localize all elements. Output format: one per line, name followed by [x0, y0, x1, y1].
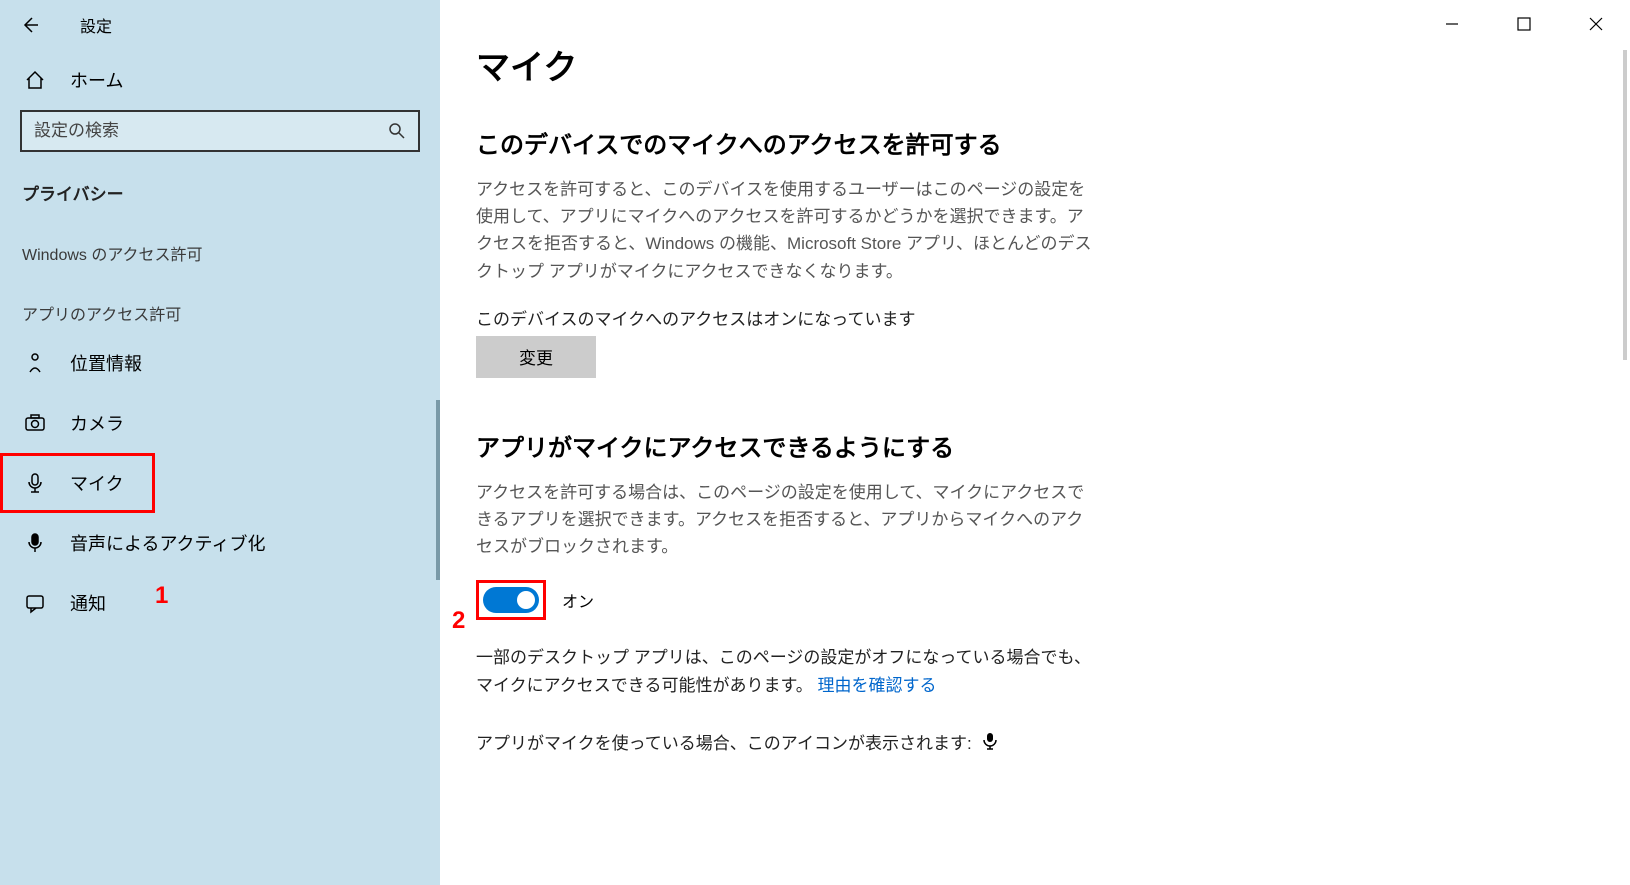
sidebar-item-location[interactable]: 位置情報 [0, 333, 440, 393]
sidebar-item-label: 位置情報 [70, 350, 142, 376]
window-title: 設定 [80, 13, 112, 37]
section2-icon-line: アプリがマイクを使っている場合、このアイコンが表示されます: [476, 729, 1630, 754]
page-title: マイク [476, 40, 1630, 89]
main-scrollbar[interactable] [1623, 50, 1627, 360]
section2-desc: アクセスを許可する場合は、このページの設定を使用して、マイクにアクセスできるアプ… [476, 479, 1096, 561]
search-input[interactable] [34, 121, 388, 141]
sidebar-item-voice-activation[interactable]: 音声によるアクティブ化 [0, 513, 440, 573]
microphone-icon [22, 470, 48, 496]
annotation-2: 2 [452, 607, 465, 635]
group-apps-label: アプリのアクセス許可 [0, 273, 440, 333]
home-icon [22, 69, 48, 91]
close-button[interactable] [1578, 10, 1614, 38]
notification-icon [22, 590, 48, 616]
sidebar-item-notifications[interactable]: 通知 [0, 573, 440, 633]
sidebar-item-label: 通知 [70, 590, 106, 616]
camera-icon [22, 410, 48, 436]
section1-desc: アクセスを許可すると、このデバイスを使用するユーザーはこのページの設定を使用して… [476, 176, 1096, 285]
main-content: マイク このデバイスでのマイクへのアクセスを許可する アクセスを許可すると、この… [440, 0, 1630, 885]
sidebar-item-label: マイク [70, 470, 124, 496]
home-button[interactable]: ホーム [0, 50, 440, 110]
home-label: ホーム [70, 67, 123, 93]
sidebar-item-microphone[interactable]: マイク [0, 453, 155, 513]
reason-link[interactable]: 理由を確認する [818, 676, 937, 695]
section1-status: このデバイスのマイクへのアクセスはオンになっています [476, 305, 1630, 330]
microphone-indicator-icon [982, 732, 998, 750]
mic-apps-toggle[interactable] [483, 587, 539, 613]
sidebar-item-camera[interactable]: カメラ [0, 393, 440, 453]
search-input-container[interactable] [20, 110, 420, 152]
voice-icon [22, 530, 48, 556]
section-privacy-label: プライバシー [0, 162, 440, 213]
group-windows-label: Windows のアクセス許可 [0, 213, 440, 273]
toggle-label: オン [562, 588, 594, 612]
sidebar: 設定 ホーム プライバシー Windows のアクセス許可 アプリのアクセス許可… [0, 0, 440, 885]
location-icon [22, 350, 48, 376]
back-button[interactable] [16, 11, 44, 39]
section2-heading: アプリがマイクにアクセスできるようにする [476, 428, 1630, 463]
change-button[interactable]: 変更 [476, 336, 596, 378]
section1-heading: このデバイスでのマイクへのアクセスを許可する [476, 125, 1630, 160]
annotation-1: 1 [155, 582, 168, 610]
annotation-2-box [476, 580, 546, 620]
sidebar-item-label: カメラ [70, 410, 124, 436]
search-icon [388, 122, 406, 140]
section2-note: 一部のデスクトップ アプリは、このページの設定がオフになっている場合でも、マイク… [476, 644, 1096, 698]
maximize-button[interactable] [1506, 10, 1542, 38]
minimize-button[interactable] [1434, 10, 1470, 38]
sidebar-item-label: 音声によるアクティブ化 [70, 530, 265, 556]
